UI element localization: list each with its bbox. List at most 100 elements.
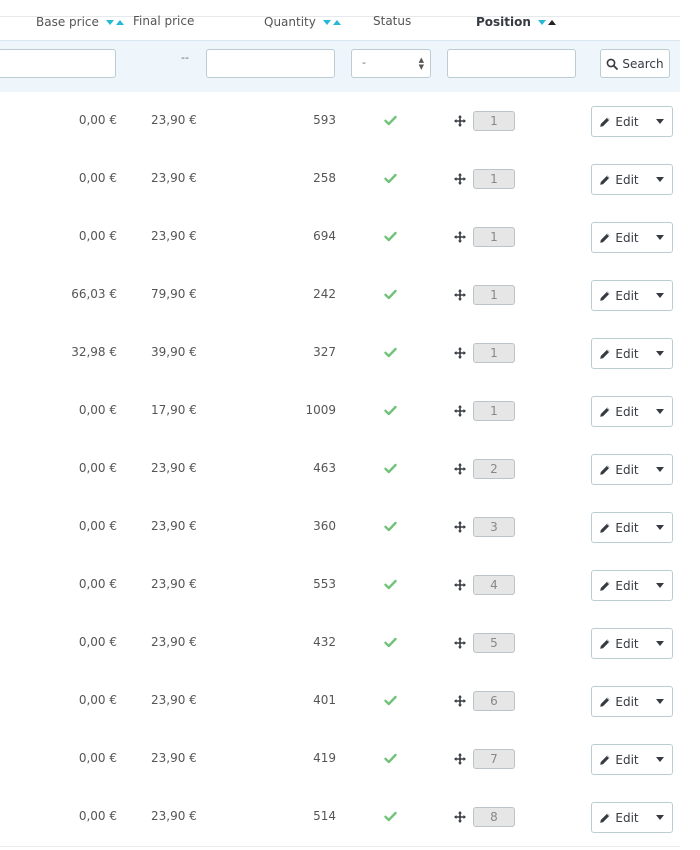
edit-button[interactable]: Edit (592, 281, 646, 310)
drag-handle-icon[interactable] (453, 578, 467, 595)
pencil-icon (600, 290, 611, 301)
edit-dropdown-toggle[interactable] (648, 165, 672, 194)
quantity-cell: 593 (313, 113, 336, 127)
edit-button[interactable]: Edit (592, 107, 646, 136)
base-price-cell: 0,00 € (78, 577, 117, 591)
edit-button-group: Edit (591, 222, 673, 253)
drag-handle-icon[interactable] (453, 288, 467, 305)
edit-button[interactable]: Edit (592, 455, 646, 484)
status-enabled-icon[interactable] (384, 347, 397, 361)
sort-asc-icon[interactable] (115, 20, 124, 25)
table-row[interactable]: 0,00 € 23,90 € 463 2 Edit (0, 440, 680, 499)
table-row[interactable]: 0,00 € 23,90 € 694 1 Edit (0, 208, 680, 267)
status-enabled-icon[interactable] (384, 231, 397, 245)
status-enabled-icon[interactable] (384, 115, 397, 129)
status-enabled-icon[interactable] (384, 579, 397, 593)
drag-handle-icon[interactable] (453, 346, 467, 363)
sort-asc-icon[interactable] (548, 20, 557, 25)
status-enabled-icon[interactable] (384, 695, 397, 709)
edit-button[interactable]: Edit (592, 687, 646, 716)
drag-handle-icon[interactable] (453, 404, 467, 421)
table-row[interactable]: 0,00 € 23,90 € 593 1 Edit (0, 92, 680, 151)
position-value: 1 (473, 343, 515, 363)
sort-icons[interactable] (538, 14, 557, 28)
status-enabled-icon[interactable] (384, 289, 397, 303)
edit-button[interactable]: Edit (592, 223, 646, 252)
drag-handle-icon[interactable] (453, 520, 467, 537)
quantity-cell: 401 (313, 693, 336, 707)
caret-down-icon (656, 409, 664, 414)
final-price-cell: 23,90 € (151, 635, 197, 649)
edit-dropdown-toggle[interactable] (648, 339, 672, 368)
edit-dropdown-toggle[interactable] (648, 745, 672, 774)
edit-dropdown-toggle[interactable] (648, 803, 672, 832)
edit-button[interactable]: Edit (592, 803, 646, 832)
drag-handle-icon[interactable] (453, 462, 467, 479)
edit-dropdown-toggle[interactable] (648, 397, 672, 426)
search-button[interactable]: Search (600, 49, 670, 78)
table-row[interactable]: 0,00 € 23,90 € 432 5 Edit (0, 614, 680, 673)
status-enabled-icon[interactable] (384, 811, 397, 825)
edit-button[interactable]: Edit (592, 513, 646, 542)
drag-handle-icon[interactable] (453, 230, 467, 247)
drag-handle-icon[interactable] (453, 694, 467, 711)
sort-desc-icon[interactable] (105, 20, 114, 25)
table-row[interactable]: 66,03 € 79,90 € 242 1 Edit (0, 266, 680, 325)
status-enabled-icon[interactable] (384, 637, 397, 651)
base-price-filter-input[interactable] (0, 49, 116, 78)
quantity-filter-input[interactable] (206, 49, 335, 78)
pencil-icon (600, 580, 611, 591)
status-filter-select[interactable]: - ▲ ▼ (351, 49, 431, 78)
caret-down-icon (656, 293, 664, 298)
table-row[interactable]: 32,98 € 39,90 € 327 1 Edit (0, 324, 680, 383)
table-row[interactable]: 0,00 € 23,90 € 401 6 Edit (0, 672, 680, 731)
edit-dropdown-toggle[interactable] (648, 223, 672, 252)
pencil-icon (600, 754, 611, 765)
edit-button-group: Edit (591, 744, 673, 775)
status-enabled-icon[interactable] (384, 173, 397, 187)
drag-handle-icon[interactable] (453, 114, 467, 131)
status-enabled-icon[interactable] (384, 753, 397, 767)
table-row[interactable]: 0,00 € 23,90 € 258 1 Edit (0, 150, 680, 209)
edit-dropdown-toggle[interactable] (648, 687, 672, 716)
sort-icons[interactable] (322, 14, 341, 28)
edit-dropdown-toggle[interactable] (648, 571, 672, 600)
sort-icons[interactable] (105, 14, 124, 28)
edit-button[interactable]: Edit (592, 339, 646, 368)
edit-button[interactable]: Edit (592, 397, 646, 426)
position-filter-input[interactable] (447, 49, 576, 78)
edit-button[interactable]: Edit (592, 629, 646, 658)
edit-button[interactable]: Edit (592, 571, 646, 600)
final-price-cell: 23,90 € (151, 809, 197, 823)
drag-handle-icon[interactable] (453, 636, 467, 653)
table-row[interactable]: 0,00 € 23,90 € 514 8 Edit (0, 788, 680, 847)
edit-button[interactable]: Edit (592, 745, 646, 774)
edit-dropdown-toggle[interactable] (648, 455, 672, 484)
table-row[interactable]: 0,00 € 23,90 € 553 4 Edit (0, 556, 680, 615)
col-base-price[interactable]: Base price (36, 14, 124, 29)
base-price-cell: 0,00 € (78, 403, 117, 417)
status-enabled-icon[interactable] (384, 405, 397, 419)
drag-handle-icon[interactable] (453, 172, 467, 189)
col-position[interactable]: Position (476, 14, 557, 29)
caret-down-icon (656, 119, 664, 124)
edit-button-label: Edit (615, 752, 639, 767)
edit-button[interactable]: Edit (592, 165, 646, 194)
table-row[interactable]: 0,00 € 23,90 € 419 7 Edit (0, 730, 680, 789)
edit-dropdown-toggle[interactable] (648, 629, 672, 658)
sort-desc-icon[interactable] (538, 20, 547, 25)
pencil-icon (600, 406, 611, 417)
edit-button-group: Edit (591, 338, 673, 369)
sort-desc-icon[interactable] (322, 20, 331, 25)
edit-dropdown-toggle[interactable] (648, 513, 672, 542)
drag-handle-icon[interactable] (453, 752, 467, 769)
status-enabled-icon[interactable] (384, 521, 397, 535)
table-row[interactable]: 0,00 € 23,90 € 360 3 Edit (0, 498, 680, 557)
drag-handle-icon[interactable] (453, 810, 467, 827)
edit-dropdown-toggle[interactable] (648, 281, 672, 310)
col-quantity[interactable]: Quantity (264, 14, 341, 29)
sort-asc-icon[interactable] (332, 20, 341, 25)
status-enabled-icon[interactable] (384, 463, 397, 477)
table-row[interactable]: 0,00 € 17,90 € 1009 1 Edit (0, 382, 680, 441)
edit-dropdown-toggle[interactable] (648, 107, 672, 136)
